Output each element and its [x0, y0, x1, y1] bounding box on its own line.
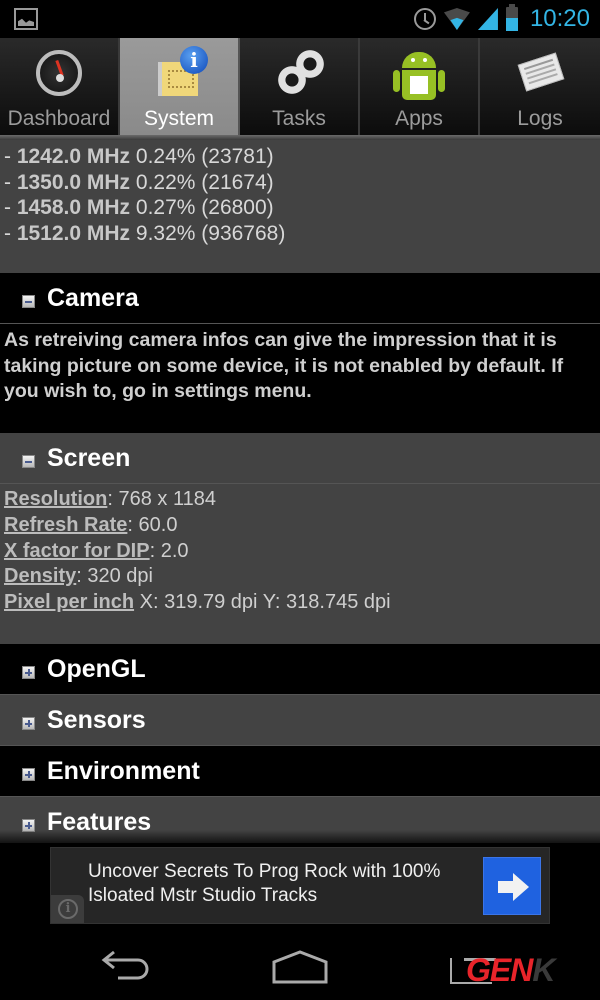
- screen-info: Resolution: 768 x 1184 Refresh Rate: 60.…: [0, 484, 600, 644]
- back-button[interactable]: [96, 946, 152, 982]
- section-header-sensors[interactable]: Sensors: [0, 695, 600, 746]
- section-title: Screen: [47, 443, 131, 472]
- alarm-icon: [413, 8, 436, 30]
- tab-label: Apps: [395, 107, 443, 130]
- section-header-camera[interactable]: Camera: [0, 273, 600, 324]
- android-icon: [392, 46, 446, 100]
- ad-info-button[interactable]: i: [51, 895, 84, 923]
- status-bar: 10:20: [0, 0, 600, 38]
- screen-info-row: Pixel per inch X: 319.79 dpi Y: 318.745 …: [4, 591, 391, 614]
- section-title: Camera: [47, 283, 139, 312]
- watermark-logo: GENK: [466, 952, 555, 988]
- system-info-list[interactable]: - 1242.0 MHz 0.24% (23781) - 1350.0 MHz …: [0, 140, 600, 843]
- tab-logs[interactable]: Logs: [480, 38, 600, 135]
- cpu-frequency-list: - 1242.0 MHz 0.24% (23781) - 1350.0 MHz …: [0, 140, 600, 273]
- navigation-bar: GENK: [0, 930, 600, 1000]
- cpu-frequency-row: - 1512.0 MHz 9.32% (936768): [4, 221, 286, 245]
- expand-icon: [22, 716, 35, 730]
- cpu-frequency-row: - 1458.0 MHz 0.27% (26800): [4, 196, 274, 219]
- screen-info-row: Refresh Rate: 60.0: [4, 513, 178, 536]
- ad-line-1: Uncover Secrets To Prog Rock with 100%: [88, 861, 441, 882]
- section-title: Sensors: [47, 705, 146, 734]
- section-header-opengl[interactable]: OpenGL: [0, 644, 600, 695]
- collapse-icon: [22, 294, 35, 308]
- tab-label: System: [143, 107, 214, 130]
- tab-label: Logs: [517, 107, 563, 130]
- expand-icon: [22, 767, 35, 781]
- camera-info-text: As retreiving camera infos can give the …: [0, 324, 600, 433]
- ad-go-button[interactable]: [483, 857, 541, 915]
- ad-line-2: Isloated Mstr Studio Tracks: [88, 885, 318, 906]
- expand-icon: [22, 665, 35, 679]
- tab-dashboard[interactable]: Dashboard: [0, 38, 120, 135]
- battery-icon: [505, 4, 518, 31]
- gauge-icon: [32, 46, 86, 100]
- cpu-frequency-row: - 1242.0 MHz 0.24% (23781): [4, 145, 274, 168]
- info-icon: i: [58, 899, 78, 919]
- home-button[interactable]: [272, 950, 328, 984]
- gallery-notification-icon: [14, 8, 38, 30]
- cpu-frequency-row: - 1350.0 MHz 0.22% (21674): [4, 170, 274, 194]
- newspaper-icon: [513, 46, 567, 100]
- tab-label: Tasks: [272, 107, 326, 130]
- tab-system[interactable]: i System: [120, 38, 240, 135]
- ad-text[interactable]: Uncover Secrets To Prog Rock with 100% I…: [88, 860, 440, 908]
- signal-icon: [477, 8, 498, 30]
- ad-banner[interactable]: Uncover Secrets To Prog Rock with 100% I…: [50, 847, 550, 924]
- section-title: OpenGL: [47, 654, 146, 683]
- clock: 10:20: [529, 5, 590, 32]
- tab-bar: Dashboard i System Tasks Apps Logs: [0, 38, 600, 135]
- screen-info-row: Resolution: 768 x 1184: [4, 488, 216, 510]
- gears-icon: [272, 46, 326, 100]
- wifi-icon: [444, 8, 470, 30]
- tab-label: Dashboard: [7, 107, 111, 130]
- section-header-screen[interactable]: Screen: [0, 433, 600, 484]
- tab-apps[interactable]: Apps: [360, 38, 480, 135]
- section-header-environment[interactable]: Environment: [0, 746, 600, 797]
- tab-tasks[interactable]: Tasks: [240, 38, 360, 135]
- collapse-icon: [22, 454, 35, 468]
- screen-info-row: Density: 320 dpi: [4, 565, 153, 588]
- section-title: Environment: [47, 756, 200, 785]
- screen-info-row: X factor for DIP: 2.0: [4, 539, 189, 562]
- system-info-icon: i: [152, 46, 208, 100]
- scroll-fade: [0, 830, 600, 848]
